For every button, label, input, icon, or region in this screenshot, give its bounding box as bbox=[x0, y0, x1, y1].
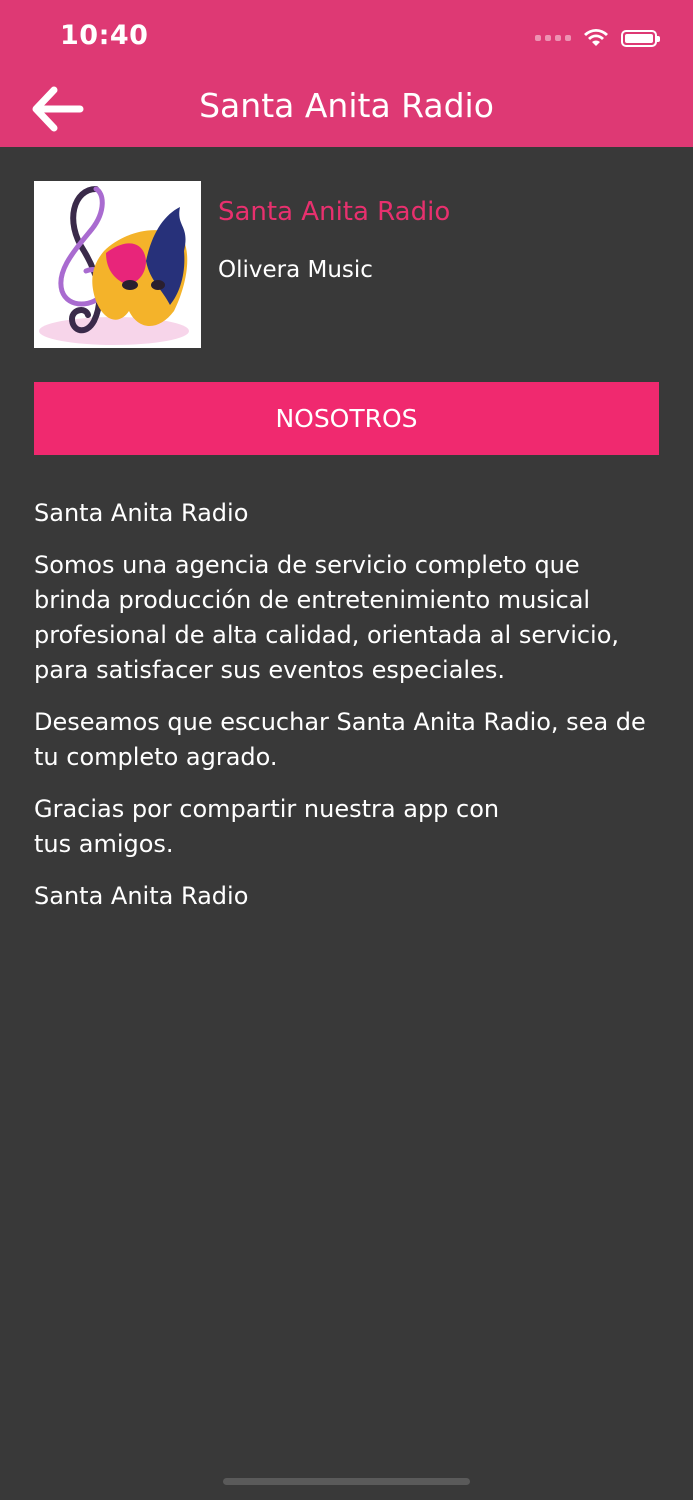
about-heading: Santa Anita Radio bbox=[34, 499, 249, 527]
station-name: Santa Anita Radio bbox=[218, 197, 451, 227]
about-paragraph: Gracias por compartir nuestra app con tu… bbox=[34, 795, 500, 858]
about-text: Santa Anita Radio Somos una agencia de s… bbox=[34, 496, 659, 931]
nosotros-button[interactable]: NOSOTROS bbox=[34, 382, 659, 455]
home-indicator[interactable] bbox=[223, 1478, 470, 1485]
signal-icon bbox=[535, 35, 571, 41]
battery-icon bbox=[621, 29, 660, 47]
about-signature: Santa Anita Radio bbox=[34, 882, 249, 910]
wifi-icon bbox=[584, 29, 608, 46]
about-paragraph: Deseamos que escuchar Santa Anita Radio,… bbox=[34, 708, 646, 771]
station-subtitle: Olivera Music bbox=[218, 257, 373, 283]
station-logo bbox=[34, 181, 201, 348]
page-title: Santa Anita Radio bbox=[199, 86, 494, 125]
treble-clef-mask-logo bbox=[34, 181, 201, 348]
status-icons bbox=[535, 24, 660, 52]
status-time: 10:40 bbox=[60, 20, 149, 51]
about-paragraph: Somos una agencia de servicio completo q… bbox=[34, 551, 620, 684]
app-header: 10:40 Santa Anita Radio bbox=[0, 0, 693, 147]
